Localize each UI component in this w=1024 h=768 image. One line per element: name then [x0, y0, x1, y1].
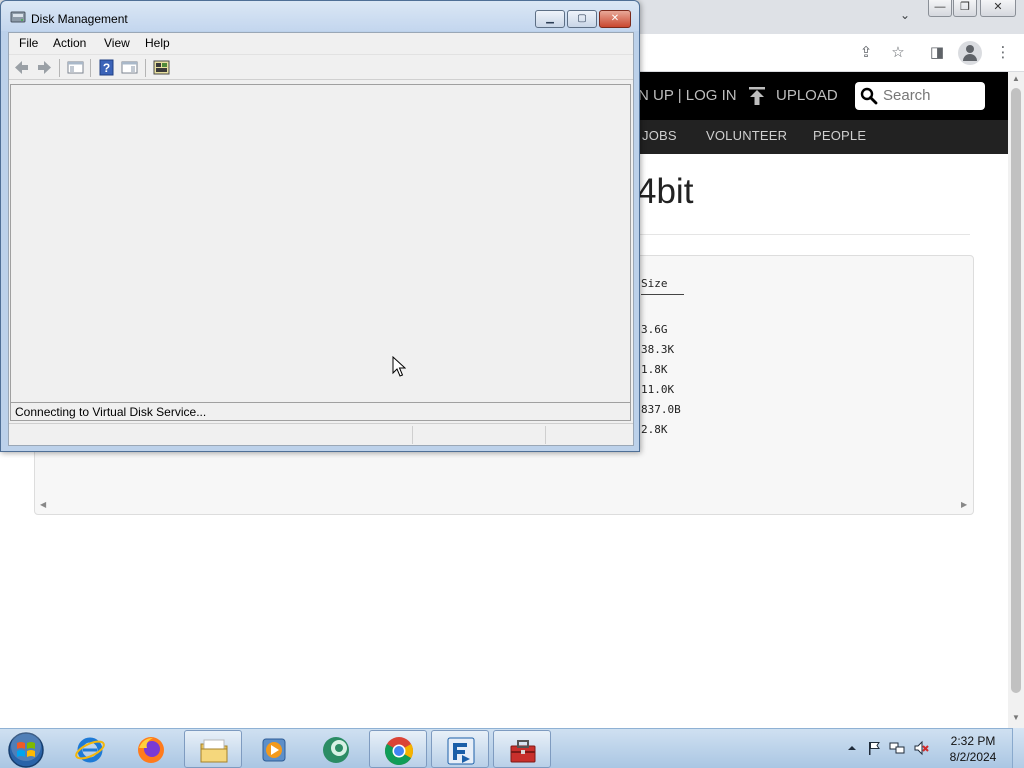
system-clock[interactable]: 2:32 PM 8/2/2024 — [941, 733, 1005, 765]
site-search-input[interactable]: Search — [855, 82, 985, 110]
media-player-icon — [262, 738, 286, 762]
disk-list-pane[interactable] — [10, 84, 631, 402]
menu-file[interactable]: File — [19, 36, 38, 50]
size-column-header: Size — [641, 277, 684, 295]
taskbar-firefox[interactable] — [122, 730, 180, 768]
share-icon[interactable]: ⇪ — [855, 42, 877, 64]
toolbar-separator — [90, 59, 91, 77]
browser-close-button[interactable]: ✕ — [980, 0, 1016, 17]
taskbar-file-explorer[interactable] — [184, 730, 242, 768]
status-bar-pane — [412, 426, 545, 444]
toolbar: ? — [9, 54, 633, 80]
taskbar-chrome[interactable] — [369, 730, 427, 768]
maximize-button[interactable]: ▢ — [567, 10, 597, 28]
taskbar-green-app[interactable] — [307, 730, 365, 768]
profile-avatar[interactable] — [958, 41, 982, 65]
search-icon — [860, 87, 878, 105]
app-green-icon — [323, 737, 349, 763]
toolbar-separator — [145, 59, 146, 77]
chrome-icon — [385, 737, 413, 765]
firefox-icon — [138, 737, 164, 763]
upload-icon[interactable] — [748, 86, 766, 106]
scroll-down-arrow[interactable]: ▼ — [1012, 713, 1020, 722]
console-tree-icon[interactable] — [67, 59, 84, 76]
taskbar-media-player[interactable] — [245, 730, 303, 768]
file-size: 3.6G — [641, 323, 668, 336]
action-pane-icon[interactable] — [121, 59, 138, 76]
nav-jobs[interactable]: JOBS — [642, 128, 677, 143]
taskbar-filezilla[interactable] — [431, 730, 489, 768]
page-title: 4bit — [637, 172, 694, 211]
scroll-right-arrow[interactable]: ▶ — [961, 500, 967, 509]
minimize-button[interactable]: ▁ — [535, 10, 565, 28]
mouse-pointer-icon — [392, 356, 406, 377]
svg-text:?: ? — [103, 61, 110, 75]
disk-management-app-icon — [10, 11, 26, 23]
window-title: Disk Management — [31, 12, 128, 26]
disk-management-client: File Action View Help ? Connecting to Vi… — [8, 32, 634, 446]
status-line: Connecting to Virtual Disk Service... — [10, 402, 631, 421]
file-size: 1.8K — [641, 363, 668, 376]
close-button[interactable]: ✕ — [599, 10, 631, 28]
browser-minimize-button[interactable]: — — [928, 0, 952, 17]
status-bar — [9, 423, 633, 445]
file-explorer-icon — [200, 739, 228, 763]
scroll-up-arrow[interactable]: ▲ — [1012, 74, 1020, 83]
file-size: 837.0B — [641, 403, 681, 416]
divider — [637, 234, 970, 235]
show-desktop-button[interactable] — [1012, 728, 1024, 768]
scrollbar-thumb[interactable] — [1011, 88, 1021, 693]
file-size: 38.3K — [641, 343, 675, 356]
tab-search-button[interactable]: ⌄ — [895, 8, 915, 24]
clock-date: 8/2/2024 — [949, 750, 997, 764]
file-size: 11.0K — [641, 383, 675, 396]
search-placeholder: Search — [883, 87, 931, 104]
show-hidden-icons[interactable] — [844, 740, 860, 756]
status-text: Connecting to Virtual Disk Service... — [15, 405, 207, 419]
browser-restore-button[interactable]: ❐ — [953, 0, 977, 17]
toolbox-icon — [510, 740, 536, 763]
page-scrollbar[interactable]: ▲ ▼ — [1008, 72, 1024, 728]
disk-management-window: Disk Management ▁ ▢ ✕ File Action View H… — [0, 0, 640, 452]
help-icon[interactable]: ? — [98, 59, 115, 76]
start-button-icon[interactable] — [7, 731, 45, 768]
toolbar-separator — [59, 59, 60, 77]
internet-explorer-icon — [75, 737, 105, 763]
signup-login-link[interactable]: N UP | LOG IN — [638, 87, 737, 104]
taskbar-disk-management[interactable] — [493, 730, 551, 768]
menu-bar: File Action View Help — [9, 33, 633, 53]
nav-people[interactable]: PEOPLE — [813, 128, 866, 143]
scroll-left-arrow[interactable]: ◀ — [40, 500, 46, 509]
file-size: 2.8K — [641, 423, 668, 436]
flag-icon[interactable] — [866, 740, 882, 756]
upload-link[interactable]: UPLOAD — [776, 87, 838, 104]
network-icon[interactable] — [889, 740, 905, 756]
forward-arrow-icon[interactable] — [36, 59, 53, 76]
bookmark-star-icon[interactable]: ☆ — [887, 42, 909, 64]
volume-muted-icon[interactable] — [913, 740, 929, 756]
menu-action[interactable]: Action — [53, 36, 86, 50]
taskbar-internet-explorer[interactable] — [61, 730, 119, 768]
clock-time: 2:32 PM — [950, 734, 996, 748]
filezilla-icon — [447, 737, 475, 765]
browser-menu-icon[interactable]: ⋮ — [992, 42, 1014, 64]
disk-properties-icon[interactable] — [153, 59, 170, 76]
side-panel-icon[interactable]: ◨ — [926, 42, 948, 64]
title-bar[interactable]: Disk Management ▁ ▢ ✕ — [1, 1, 639, 31]
back-arrow-icon[interactable] — [13, 59, 30, 76]
menu-help[interactable]: Help — [145, 36, 170, 50]
status-bar-pane — [545, 426, 633, 444]
menu-view[interactable]: View — [104, 36, 130, 50]
nav-volunteer[interactable]: VOLUNTEER — [706, 128, 787, 143]
